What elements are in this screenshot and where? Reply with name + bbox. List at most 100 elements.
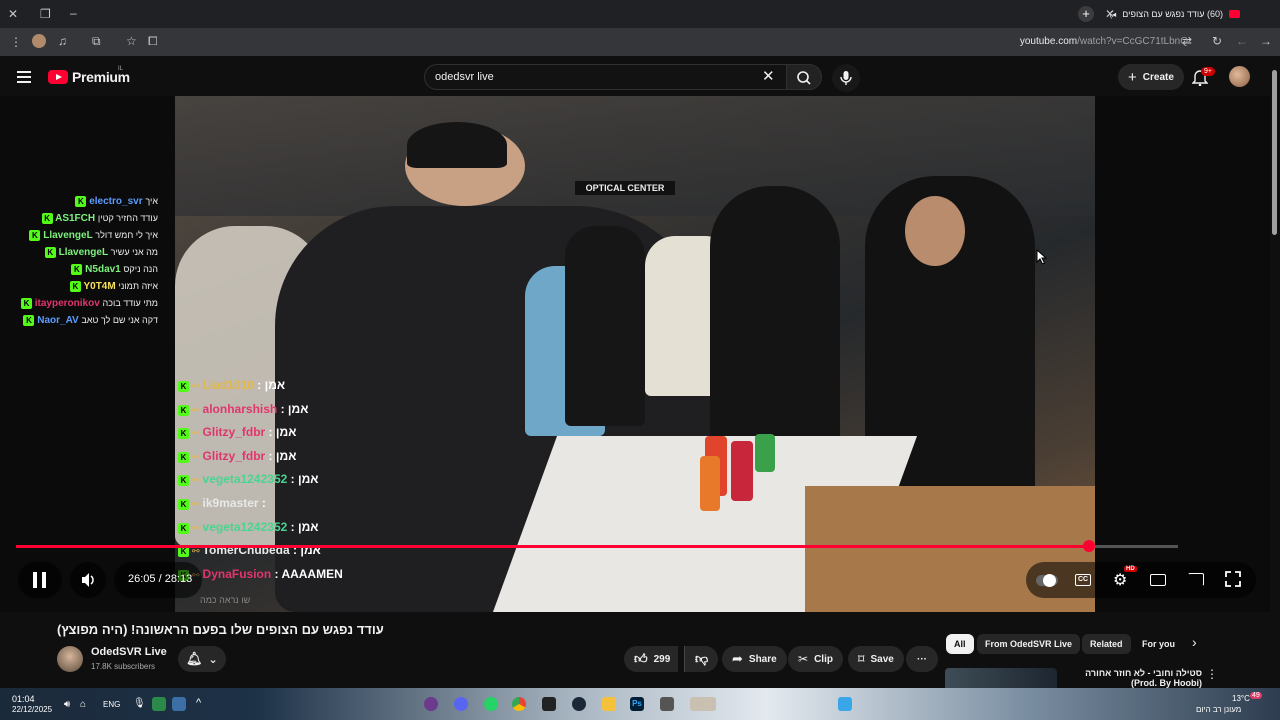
autoplay-toggle[interactable]: [1036, 574, 1058, 587]
clip-button[interactable]: ✂ Clip: [788, 646, 843, 672]
new-tab-button[interactable]: +: [1078, 6, 1094, 22]
kick-chat-user: N5dav1: [85, 264, 121, 275]
kick-logo-icon: K: [178, 404, 189, 416]
file-explorer-icon[interactable]: [602, 697, 616, 711]
tray-app-icon-2[interactable]: [172, 697, 186, 711]
taskbar-app-icon-3[interactable]: [690, 697, 716, 711]
autoplay-knob-icon: [1043, 574, 1056, 587]
miniplayer-icon[interactable]: [1150, 574, 1166, 586]
progress-played: [16, 545, 1090, 548]
taskbar-time[interactable]: 01:04: [12, 694, 35, 704]
back-icon[interactable]: →: [1260, 34, 1272, 48]
browser-menu-icon[interactable]: ⋮: [10, 35, 22, 49]
taskbar-app-icon-1[interactable]: [424, 697, 438, 711]
chrome-icon[interactable]: [512, 697, 526, 711]
tray-expand-chevron-icon[interactable]: ^: [196, 697, 201, 709]
play-pause-button[interactable]: [18, 562, 62, 598]
voice-search-button[interactable]: [832, 64, 860, 92]
weather-description[interactable]: מעונן רב היום: [1196, 705, 1241, 714]
pause-icon-bar-2: [42, 572, 46, 588]
recommendation-title[interactable]: סטילה וחובי - לא חוזר אחורה (Prod. By Ho…: [1062, 668, 1202, 688]
photoshop-icon[interactable]: Ps: [630, 697, 644, 711]
close-window-icon[interactable]: ✕: [8, 7, 18, 21]
youtube-premium-logo[interactable]: Premium IL: [48, 66, 130, 85]
search-input[interactable]: [425, 65, 787, 89]
account-avatar[interactable]: [1229, 66, 1250, 87]
overlay-chat-user: Liad1010: [202, 378, 254, 392]
overlay-chat-message: K ⚯ vegeta1242352 : אמן: [178, 520, 319, 534]
recommendation-thumbnail[interactable]: [945, 668, 1057, 690]
more-actions-button[interactable]: ···: [906, 646, 938, 672]
kick-chat-text: דקה אני שם לך טאב: [81, 315, 158, 325]
extensions-icon[interactable]: ⧉: [92, 34, 101, 48]
dislike-button[interactable]: 👎︎: [684, 646, 719, 672]
epic-games-icon[interactable]: [542, 697, 556, 711]
chips-next-chevron-icon[interactable]: ›: [1192, 634, 1197, 650]
settings-gear-icon[interactable]: ⚙: [1113, 570, 1127, 590]
whatsapp-icon[interactable]: [484, 697, 498, 711]
badge-icon: ⚯: [192, 404, 200, 415]
channel-name[interactable]: OdedSVR Live: [91, 646, 167, 658]
kick-chat-text: איך לי חמש דולר: [95, 230, 158, 240]
video-player[interactable]: OPTICAL CENTER K electro_svr איך K AS1FCH…: [0, 96, 1270, 612]
youtube-favicon-icon: [1229, 10, 1240, 18]
subscribed-notifications-button[interactable]: 🔔︎ ⌄: [178, 646, 226, 672]
tab-close-icon[interactable]: ✕: [1105, 7, 1115, 21]
subtitles-icon[interactable]: CC: [1075, 574, 1091, 586]
pause-icon-bar-1: [33, 572, 37, 588]
network-icon[interactable]: ⌂: [80, 699, 86, 710]
mute-button[interactable]: [70, 562, 106, 598]
screenshot-icon[interactable]: ⧠: [148, 34, 158, 48]
fullscreen-icon[interactable]: [1224, 570, 1242, 588]
channel-avatar[interactable]: [57, 646, 83, 672]
reload-icon[interactable]: ↻: [1212, 34, 1222, 48]
recommendation-menu-icon[interactable]: ⋮: [1206, 667, 1218, 681]
page-scrollbar[interactable]: [1272, 70, 1277, 235]
kick-chat-user: AS1FCH: [55, 213, 96, 224]
address-url[interactable]: youtube.com/watch?v=CcGC71tLbnQ: [1020, 36, 1188, 47]
progress-bar[interactable]: [16, 540, 1178, 552]
kick-chat-message: K AS1FCH עודד החזיר קטין: [41, 213, 158, 224]
search-button[interactable]: [786, 64, 822, 90]
overlay-chat-text: אמן: [275, 425, 297, 440]
like-button[interactable]: 👍︎ 299: [624, 646, 679, 672]
speaker-icon[interactable]: 🔊︎: [64, 699, 70, 710]
kick-chat-text: מתי עודד בוכה: [102, 298, 158, 308]
create-label: Create: [1142, 71, 1174, 83]
taskbar-date[interactable]: 22/12/2025: [12, 705, 52, 714]
profile-avatar[interactable]: [32, 34, 46, 48]
overlay-chat-user: Glitzy_fdbr: [202, 425, 266, 440]
taskbar-app-icon-2[interactable]: [660, 697, 674, 711]
minimize-window-icon[interactable]: –: [70, 6, 77, 20]
kick-logo-icon: K: [69, 281, 81, 292]
overlay-chat-text: אמן: [264, 378, 286, 392]
discord-icon[interactable]: [454, 697, 468, 711]
tab-title: (60) עודד נפגש עם הצופים: [1122, 9, 1223, 19]
clear-search-icon[interactable]: ✕: [762, 67, 775, 85]
tray-app-icon-1[interactable]: [152, 697, 166, 711]
menu-icon[interactable]: [17, 71, 31, 83]
chip-from-channel[interactable]: From OdedSVR Live: [977, 634, 1081, 654]
overlay-chat-text: אמן: [297, 472, 319, 487]
browser-tab-youtube[interactable]: (60) עודד נפגש עם הצופים ◂): [1102, 4, 1248, 24]
chip-for-you[interactable]: For you: [1134, 634, 1183, 654]
steam-icon[interactable]: [572, 697, 586, 711]
chip-related[interactable]: Related: [1082, 634, 1131, 654]
weather-temp[interactable]: 13°C: [1232, 694, 1250, 703]
overlay-chat-message: K ⚯ vegeta1242352 : אמן: [178, 472, 319, 487]
chip-all[interactable]: All: [946, 634, 974, 654]
windows-start-icon[interactable]: [838, 697, 852, 711]
forward-icon[interactable]: ←: [1236, 34, 1248, 48]
save-button[interactable]: ⌑ Save: [848, 646, 904, 672]
create-button[interactable]: + Create: [1118, 64, 1184, 90]
cast-icon[interactable]: [1188, 573, 1204, 586]
kick-logo-icon: K: [71, 264, 83, 275]
bookmark-star-icon[interactable]: ☆: [126, 34, 137, 48]
restore-window-icon[interactable]: ❐: [40, 7, 51, 21]
language-indicator[interactable]: ENG: [103, 700, 120, 709]
badge-icon: ⚯: [192, 475, 200, 486]
share-button[interactable]: ➦ Share: [722, 646, 787, 672]
kick-logo-icon: K: [178, 428, 189, 440]
microphone-tray-icon[interactable]: 🎙︎: [133, 698, 146, 709]
media-controls-icon[interactable]: ♫: [58, 34, 67, 48]
